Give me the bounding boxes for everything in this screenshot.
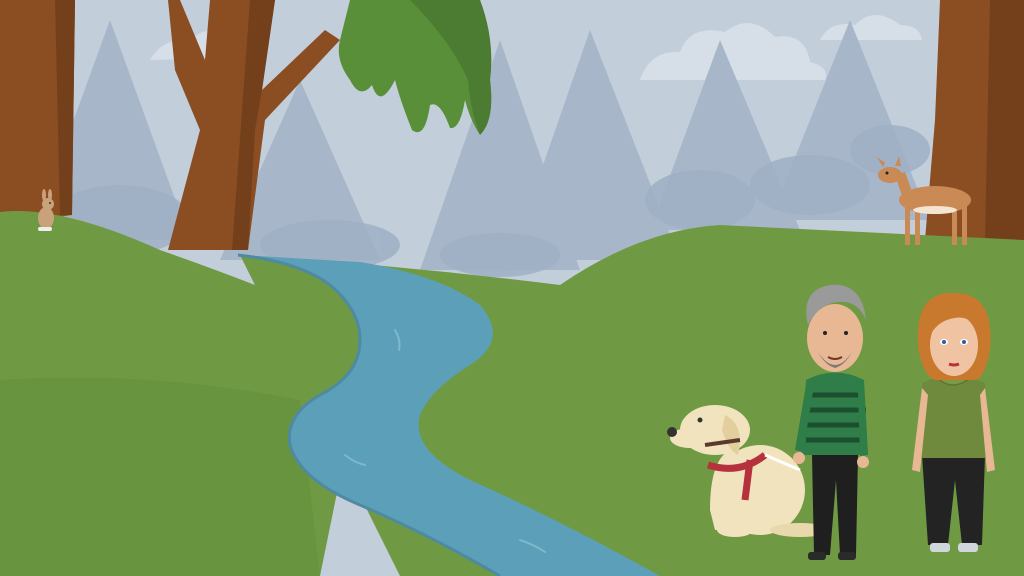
forest-scene <box>0 0 1024 576</box>
